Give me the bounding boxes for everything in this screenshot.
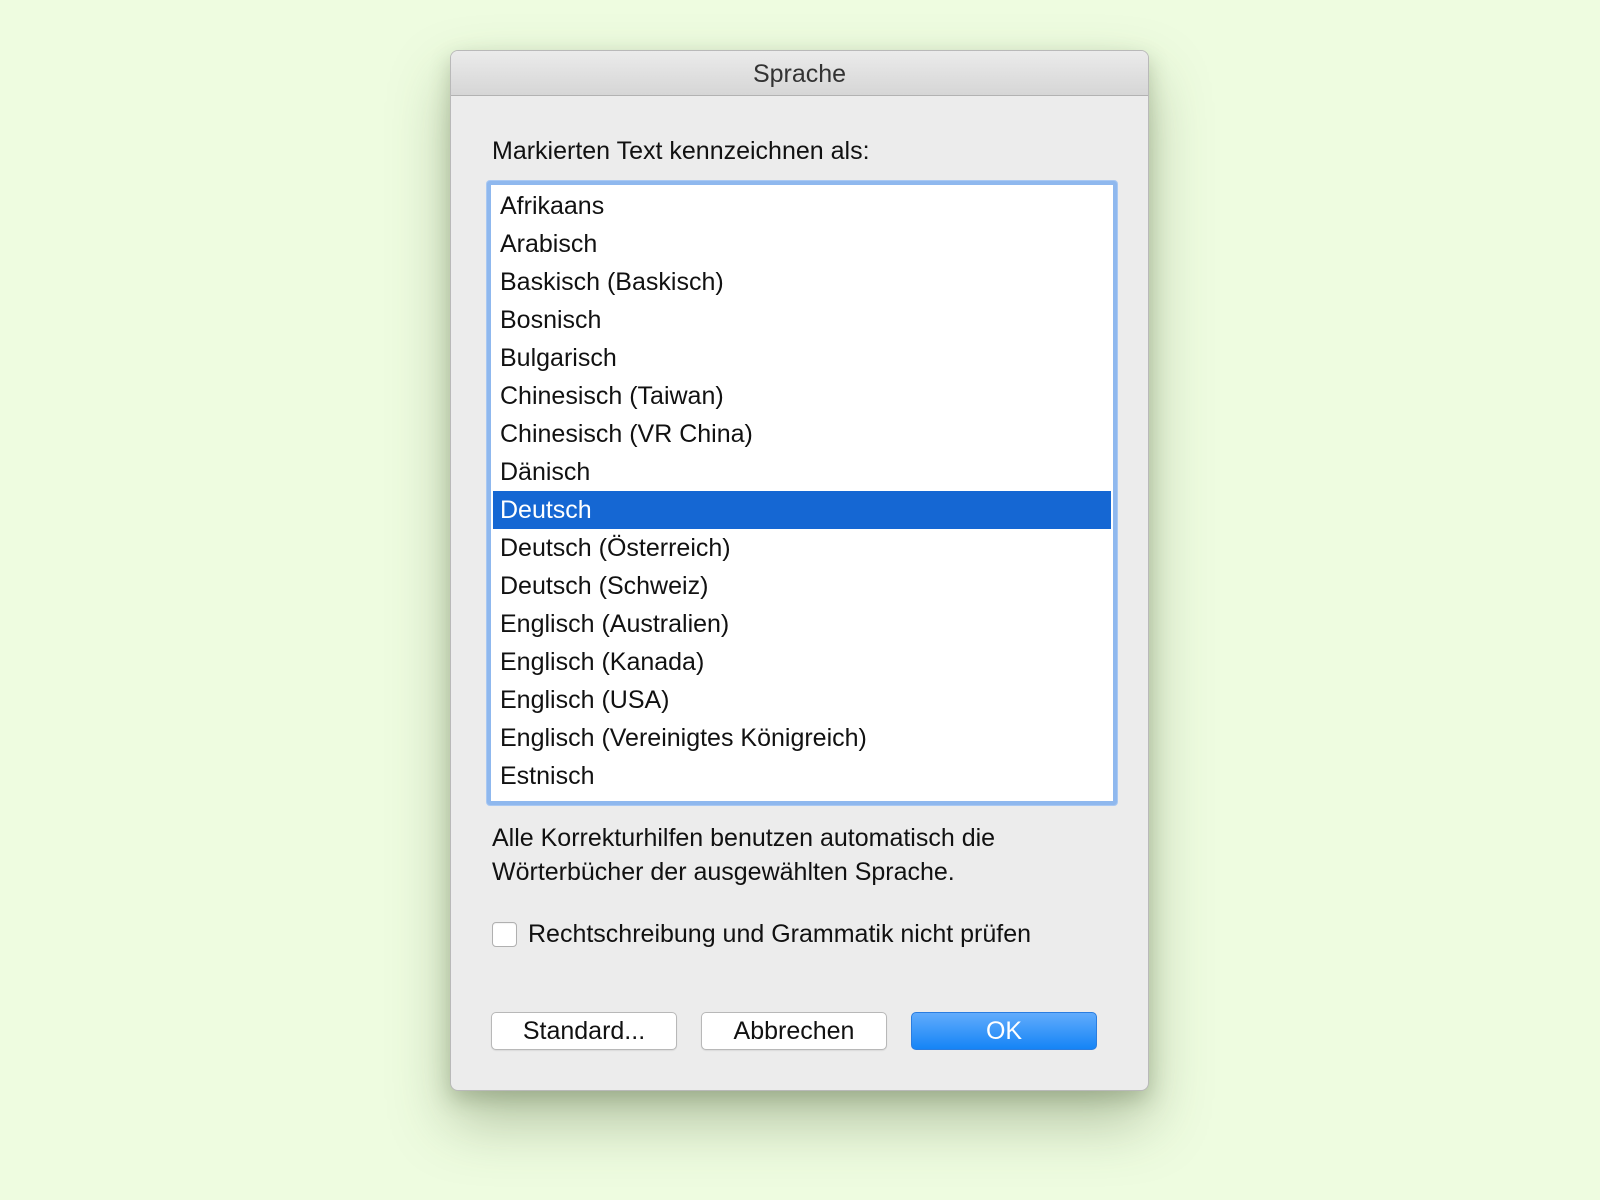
language-list-item[interactable]: Bulgarisch — [493, 339, 1111, 377]
language-list-item[interactable]: Estnisch — [493, 757, 1111, 795]
language-list-item[interactable]: Englisch (Kanada) — [493, 643, 1111, 681]
default-button[interactable]: Standard... — [491, 1012, 677, 1050]
language-list-item[interactable]: Englisch (Australien) — [493, 605, 1111, 643]
language-dialog: Sprache Markierten Text kennzeichnen als… — [450, 50, 1149, 1091]
skip-proofing-row[interactable]: Rechtschreibung und Grammatik nicht prüf… — [492, 917, 1031, 951]
language-list-item[interactable]: Afrikaans — [493, 187, 1111, 225]
language-list-item[interactable]: Englisch (USA) — [493, 681, 1111, 719]
language-list-item[interactable]: Chinesisch (VR China) — [493, 415, 1111, 453]
cancel-button[interactable]: Abbrechen — [701, 1012, 887, 1050]
language-list-item[interactable]: Deutsch — [493, 491, 1111, 529]
ok-button[interactable]: OK — [911, 1012, 1097, 1050]
language-list-item[interactable]: Deutsch (Schweiz) — [493, 567, 1111, 605]
language-list-item[interactable]: Arabisch — [493, 225, 1111, 263]
skip-proofing-label[interactable]: Rechtschreibung und Grammatik nicht prüf… — [528, 920, 1031, 949]
dialog-title: Sprache — [451, 51, 1148, 96]
prompt-label: Markierten Text kennzeichnen als: — [492, 137, 870, 165]
info-text-line-1: Alle Korrekturhilfen benutzen automatisc… — [492, 824, 996, 852]
language-listbox[interactable]: Afrikaans Arabisch Baskisch (Baskisch) Bosn… — [487, 181, 1117, 805]
language-list-item[interactable]: Baskisch (Baskisch) — [493, 263, 1111, 301]
language-list-item[interactable]: Chinesisch (Taiwan) — [493, 377, 1111, 415]
info-text: Alle Korrekturhilfen benutzen automatisc… — [492, 821, 1112, 889]
skip-proofing-checkbox[interactable] — [492, 921, 517, 947]
language-list-item[interactable]: Bosnisch — [493, 301, 1111, 339]
language-list-item[interactable]: Dänisch — [493, 453, 1111, 491]
info-text-line-2: Wörterbücher der ausgewählten Sprache. — [492, 858, 955, 886]
language-list-item[interactable]: Deutsch (Österreich) — [493, 529, 1111, 567]
language-list-item[interactable]: Englisch (Vereinigtes Königreich) — [493, 719, 1111, 757]
